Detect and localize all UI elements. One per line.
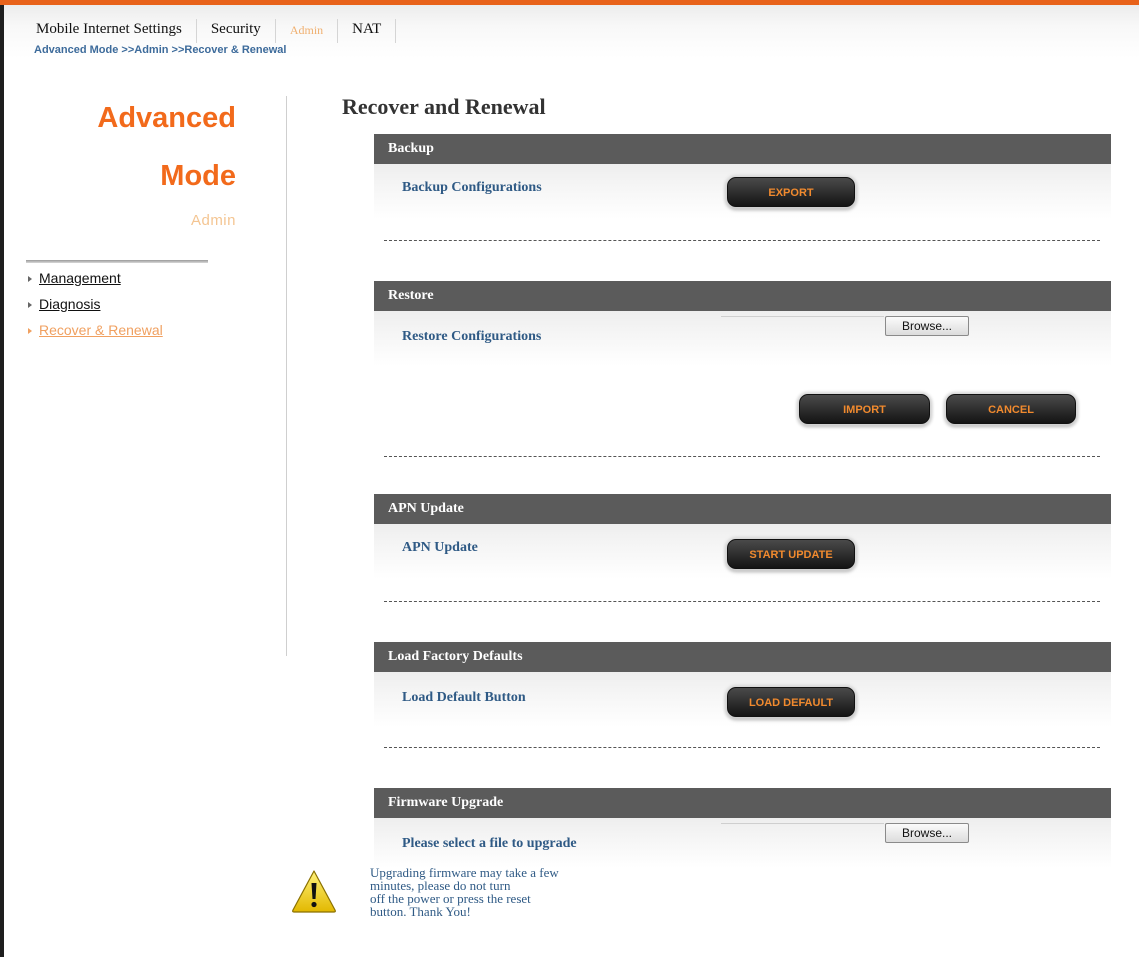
firmware-browse-button[interactable]: Browse... — [885, 823, 969, 843]
main-tabs: Mobile Internet Settings Security Admin … — [12, 19, 397, 43]
tab-nat[interactable]: NAT — [338, 19, 397, 43]
sidebar-title-line2: Mode — [160, 160, 236, 192]
backup-label: Backup Configurations — [402, 180, 542, 195]
sidebar-subtitle: Admin — [190, 212, 236, 229]
sidebar: Advanced Mode Admin Management Diagnosis… — [4, 58, 286, 658]
backup-header: Backup — [374, 134, 1111, 164]
sidebar-item-label[interactable]: Diagnosis — [39, 296, 100, 312]
sidebar-item-label[interactable]: Management — [39, 270, 121, 286]
restore-section: Restore Restore Configurations Browse... — [374, 281, 1111, 366]
apn-label: APN Update — [402, 540, 478, 555]
firmware-warning-text: Upgrading firmware may take a few minute… — [370, 866, 600, 918]
tab-mobile-internet-settings[interactable]: Mobile Internet Settings — [12, 19, 197, 43]
section-divider — [384, 601, 1100, 602]
firmware-label: Please select a file to upgrade — [402, 836, 577, 851]
sidebar-item-recover-renewal[interactable]: Recover & Renewal — [28, 322, 163, 338]
apn-body: APN Update START UPDATE — [374, 524, 1111, 579]
import-button[interactable]: IMPORT — [799, 394, 930, 424]
restore-file-field[interactable] — [721, 316, 884, 317]
apn-header: APN Update — [374, 494, 1111, 524]
factory-defaults-header: Load Factory Defaults — [374, 642, 1111, 672]
breadcrumb: Advanced Mode >>Admin >>Recover & Renewa… — [34, 44, 287, 56]
section-divider — [384, 240, 1100, 241]
triangle-bullet-icon — [28, 276, 32, 283]
apn-section: APN Update APN Update START UPDATE — [374, 494, 1111, 579]
tab-admin[interactable]: Admin — [276, 19, 339, 43]
restore-label: Restore Configurations — [402, 329, 542, 344]
section-divider — [384, 747, 1100, 748]
factory-defaults-label: Load Default Button — [402, 690, 526, 705]
sidebar-item-management[interactable]: Management — [28, 270, 121, 286]
restore-body: Restore Configurations Browse... — [374, 311, 1111, 366]
restore-browse-button[interactable]: Browse... — [885, 316, 969, 336]
sidebar-divider — [26, 260, 208, 263]
page-title: Recover and Renewal — [342, 94, 546, 119]
restore-header: Restore — [374, 281, 1111, 311]
factory-defaults-section: Load Factory Defaults Load Default Butto… — [374, 642, 1111, 727]
firmware-header: Firmware Upgrade — [374, 788, 1111, 818]
triangle-bullet-icon — [28, 302, 32, 309]
backup-section: Backup Backup Configurations EXPORT — [374, 134, 1111, 219]
cancel-button[interactable]: CANCEL — [946, 394, 1076, 424]
sidebar-vertical-divider — [286, 96, 287, 656]
tab-security[interactable]: Security — [197, 19, 276, 43]
sidebar-title-line1: Advanced — [97, 102, 236, 134]
firmware-body: Please select a file to upgrade Browse..… — [374, 818, 1111, 868]
firmware-section: Firmware Upgrade Please select a file to… — [374, 788, 1111, 868]
warning-line: button. Thank You! — [370, 904, 471, 919]
section-divider — [384, 456, 1100, 457]
sidebar-item-label[interactable]: Recover & Renewal — [39, 322, 163, 338]
firmware-file-field[interactable] — [721, 823, 884, 824]
start-update-button[interactable]: START UPDATE — [727, 539, 855, 569]
factory-defaults-body: Load Default Button LOAD DEFAULT — [374, 672, 1111, 727]
triangle-bullet-icon — [28, 328, 32, 335]
warning-triangle-icon — [292, 870, 336, 913]
sidebar-item-diagnosis[interactable]: Diagnosis — [28, 296, 100, 312]
export-button[interactable]: EXPORT — [727, 177, 855, 207]
load-default-button[interactable]: LOAD DEFAULT — [727, 687, 855, 717]
backup-body: Backup Configurations EXPORT — [374, 164, 1111, 219]
